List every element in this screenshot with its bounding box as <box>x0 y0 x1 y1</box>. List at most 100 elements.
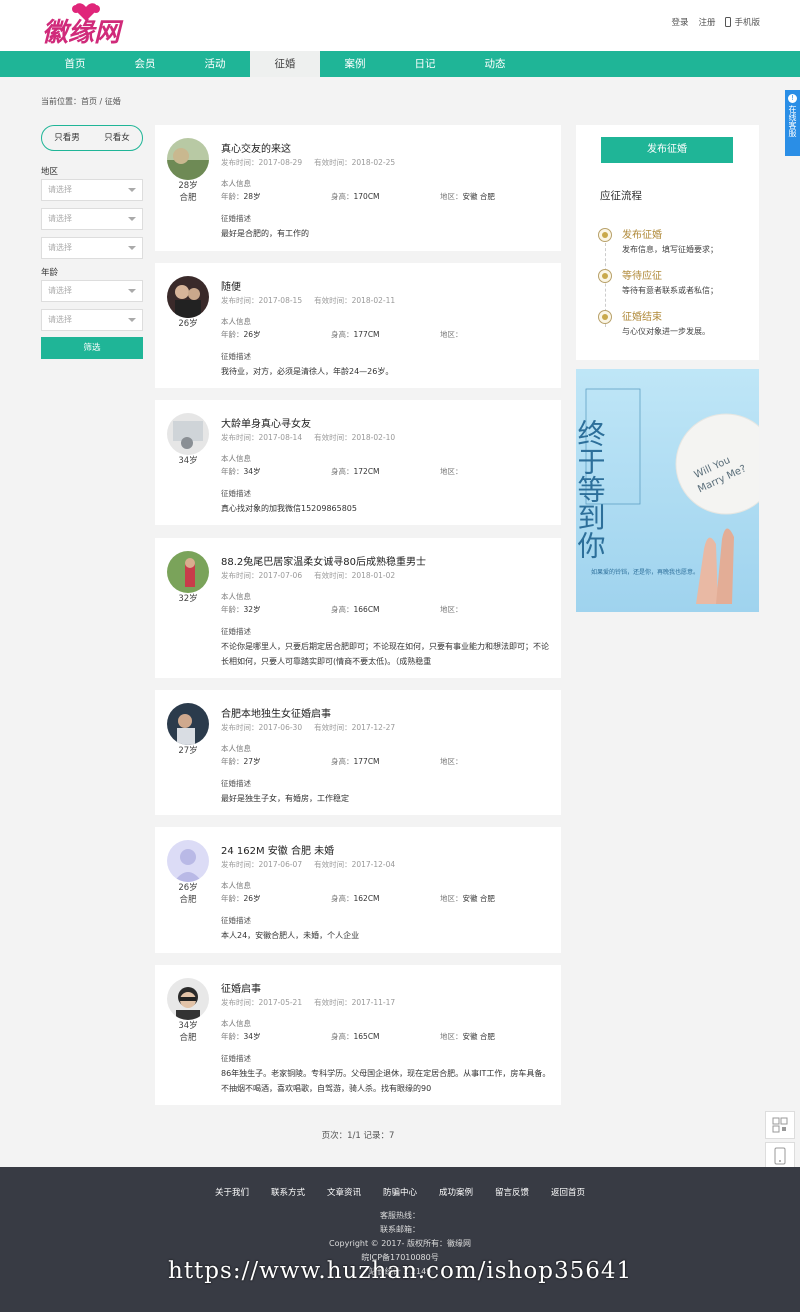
footer-link[interactable]: 防骗中心 <box>383 1186 417 1198</box>
height-value: 177CM <box>353 330 380 339</box>
publish-date: 2017-06-07 <box>258 860 303 869</box>
region-value: 安徽 合肥 <box>462 1032 495 1041</box>
avatar[interactable] <box>167 703 209 745</box>
nav-item[interactable]: 活动 <box>180 51 250 77</box>
footer-link[interactable]: 联系方式 <box>271 1186 305 1198</box>
post-description: 86年独生子。老家铜陵。专科学历。父母国企退休，现在定居合肥。从事IT工作，房车… <box>221 1069 551 1093</box>
site-logo[interactable]: 徽缘网 <box>40 1 130 49</box>
breadcrumb: 当前位置：首页 / 征婚 <box>41 97 121 106</box>
step-icon <box>598 310 612 324</box>
post-card[interactable]: 32岁 88.2兔尾巴居家温柔女诚寻80后成熟稳重男士 发布时间：2017-07-0… <box>155 538 561 678</box>
info-heading: 本人信息 <box>221 744 251 753</box>
height-value: 170CM <box>353 192 380 201</box>
age-value: 28岁 <box>243 192 261 201</box>
avatar[interactable] <box>167 276 209 318</box>
district-select[interactable]: 请选择 <box>41 237 143 259</box>
main-nav: 首页 会员 活动 征婚 案例 日记 动态 <box>0 51 800 77</box>
post-card[interactable]: 34岁 大龄单身真心寻女友 发布时间：2017-08-14 有效时间：2018-02-… <box>155 400 561 525</box>
post-meta: 34岁 合肥 <box>165 1020 211 1044</box>
svg-text:徽缘网: 徽缘网 <box>42 18 124 48</box>
footer-copyright: Copyright © 2017- 版权所有：徽缘网 <box>329 1239 471 1248</box>
info-heading: 本人信息 <box>221 454 251 463</box>
step-icon <box>598 228 612 242</box>
age-min-select[interactable]: 请选择 <box>41 280 143 302</box>
banner-headline: 终于等到你 <box>576 419 607 559</box>
filter-sidebar: 只看男 只看女 地区 请选择 请选择 请选择 年龄 请选择 请选择 筛选 <box>41 125 143 359</box>
avatar[interactable] <box>167 138 209 180</box>
province-select[interactable]: 请选择 <box>41 179 143 201</box>
publish-button[interactable]: 发布征婚 <box>601 137 733 163</box>
avatar[interactable] <box>167 551 209 593</box>
age-short: 26岁 <box>178 319 198 329</box>
promo-banner[interactable]: 终于等到你 Will You Marry Me? 如果爱的铃铛，还是你，再晚我也… <box>576 369 759 612</box>
post-card[interactable]: 34岁 合肥 征婚启事 发布时间：2017-05-21 有效时间：2017-11-17 本… <box>155 965 561 1105</box>
info-heading: 本人信息 <box>221 881 251 890</box>
mobile-view-button[interactable] <box>765 1142 795 1170</box>
age-value: 32岁 <box>243 605 261 614</box>
footer-email: 联系邮箱： <box>380 1225 420 1234</box>
age-short: 27岁 <box>178 746 198 756</box>
desc-heading: 征婚描述 <box>221 1054 251 1063</box>
age-value: 34岁 <box>243 1032 261 1041</box>
nav-item[interactable]: 会员 <box>110 51 180 77</box>
register-link[interactable]: 注册 <box>698 16 715 28</box>
online-service-tab[interactable]: ! 在线客服 <box>785 90 800 156</box>
post-title[interactable]: 真心交友的来这 <box>221 140 291 155</box>
only-male-button[interactable]: 只看男 <box>42 126 92 150</box>
post-meta: 27岁 <box>165 745 211 757</box>
footer-hotline: 客服热线： <box>380 1211 420 1220</box>
phone-icon <box>774 1147 786 1165</box>
footer-link[interactable]: 成功案例 <box>439 1186 473 1198</box>
region-value: 安徽 合肥 <box>462 192 495 201</box>
city: 合肥 <box>179 1033 197 1043</box>
mobile-link[interactable]: 手机版 <box>725 16 760 28</box>
post-description: 不论你是哪里人，只要后期定居合肥即可；不论现在如何，只要有事业能力和想法即可；不… <box>221 642 549 666</box>
height-value: 165CM <box>353 1032 380 1041</box>
post-dates: 发布时间：2017-05-21 有效时间：2017-11-17 <box>221 998 396 1007</box>
desc-heading: 征婚描述 <box>221 779 251 788</box>
pagination-info: 页次：1/1 记录：7 <box>321 1131 395 1141</box>
nav-item[interactable]: 案例 <box>320 51 390 77</box>
footer-link[interactable]: 返回首页 <box>551 1186 585 1198</box>
avatar[interactable] <box>167 978 209 1020</box>
avatar[interactable] <box>167 413 209 455</box>
publish-date: 2017-06-30 <box>258 723 303 732</box>
age-max-select[interactable]: 请选择 <box>41 309 143 331</box>
step-icon <box>598 269 612 283</box>
caret-down-icon <box>128 188 136 192</box>
qr-icon <box>772 1117 788 1133</box>
avatar[interactable] <box>167 840 209 882</box>
publish-date: 2017-08-29 <box>258 158 303 167</box>
post-card[interactable]: 26岁 随便 发布时间：2017-08-15 有效时间：2018-02-11 本人信息年… <box>155 263 561 388</box>
desc-heading: 征婚描述 <box>221 214 251 223</box>
post-dates: 发布时间：2017-06-07 有效时间：2017-12-04 <box>221 860 396 869</box>
info-heading: 本人信息 <box>221 317 251 326</box>
post-meta: 26岁 <box>165 318 211 330</box>
filter-button[interactable]: 筛选 <box>41 337 143 359</box>
publish-date: 2017-08-15 <box>258 296 303 305</box>
post-meta: 28岁 合肥 <box>165 180 211 204</box>
height-value: 172CM <box>353 467 380 476</box>
post-title[interactable]: 合肥本地独生女征婚启事 <box>221 705 331 720</box>
post-title[interactable]: 随便 <box>221 278 241 293</box>
post-title[interactable]: 24 162M 安徽 合肥 未婚 <box>221 842 334 857</box>
footer-link[interactable]: 关于我们 <box>215 1186 249 1198</box>
post-title[interactable]: 大龄单身真心寻女友 <box>221 415 311 430</box>
qr-code-button[interactable] <box>765 1111 795 1139</box>
only-female-button[interactable]: 只看女 <box>92 126 142 150</box>
footer-link[interactable]: 留言反馈 <box>495 1186 529 1198</box>
post-dates: 发布时间：2017-08-14 有效时间：2018-02-10 <box>221 433 396 442</box>
nav-item[interactable]: 首页 <box>40 51 110 77</box>
post-card[interactable]: 28岁 合肥 真心交友的来这 发布时间：2017-08-29 有效时间：2018-02-… <box>155 125 561 251</box>
nav-item[interactable]: 动态 <box>460 51 530 77</box>
post-description: 最好是独生子女，有婚房，工作稳定 <box>221 794 349 803</box>
post-title[interactable]: 征婚启事 <box>221 980 261 995</box>
nav-item[interactable]: 征婚 <box>250 51 320 77</box>
login-link[interactable]: 登录 <box>671 16 688 28</box>
post-card[interactable]: 26岁 合肥 24 162M 安徽 合肥 未婚 发布时间：2017-06-07 有效时间… <box>155 827 561 953</box>
post-card[interactable]: 27岁 合肥本地独生女征婚启事 发布时间：2017-06-30 有效时间：2017-1… <box>155 690 561 815</box>
nav-item[interactable]: 日记 <box>390 51 460 77</box>
post-title[interactable]: 88.2兔尾巴居家温柔女诚寻80后成熟稳重男士 <box>221 553 426 568</box>
city-select[interactable]: 请选择 <box>41 208 143 230</box>
footer-link[interactable]: 文章资讯 <box>327 1186 361 1198</box>
